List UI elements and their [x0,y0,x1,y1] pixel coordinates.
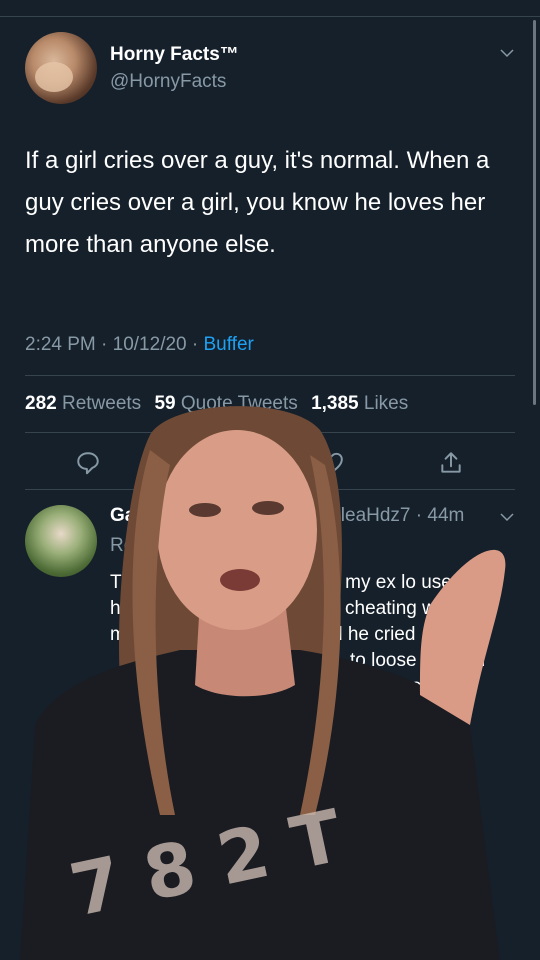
share-icon[interactable] [438,450,464,476]
tweet-text: If a girl cries over a guy, it's normal.… [25,147,490,258]
reply-avatar[interactable] [25,505,97,577]
divider [25,375,515,376]
retweets-label: Retweets [61,393,142,414]
quotes-label: Quote Tweets [180,393,298,414]
reply-text-line: he [110,598,132,619]
divider [25,432,515,433]
author-handle[interactable]: @HornyFacts [110,71,226,93]
likes-stat[interactable]: 1,385 Likes [311,393,408,414]
reply-text-line: Th [110,572,133,593]
likes-count: 1,385 [311,393,359,414]
chevron-down-icon[interactable] [498,44,516,62]
reply-icon[interactable] [75,450,101,476]
retweets-stat[interactable]: 282 Retweets [25,393,141,414]
replying-to-handle[interactable]: cts [318,535,342,557]
likes-label: Likes [363,393,409,414]
tweet-timestamp: 2:24 PM · 10/12/20 · [25,334,204,355]
author-avatar[interactable] [25,32,97,104]
quotes-stat[interactable]: 59 Quote Tweets [154,393,297,414]
top-divider [0,16,540,17]
tweet-meta: 2:24 PM · 10/12/20 · Buffer [25,334,254,356]
svg-text:7 8 2 T: 7 8 2 T [63,793,349,932]
reply-text-line: or my ex lo use [323,572,452,593]
reply-text-line: cheating w for [345,598,464,619]
reply-text-line: to loose me and [350,650,486,671]
tweet-stats: 282 Retweets 59 Quote Tweets 1,385 Likes [25,393,408,415]
divider [25,489,515,490]
replying-to-label: Re [110,535,135,556]
quotes-count: 59 [154,393,176,414]
reply-text-line: d he cried [332,624,416,645]
reply-text-line: m [110,624,126,645]
retweets-count: 282 [25,393,57,414]
author-display-name[interactable]: Horny Facts™ [110,44,239,66]
scrollbar[interactable] [533,20,536,405]
reply-author-name[interactable]: Ga [110,505,135,527]
reply-text-line: every man [365,702,454,723]
chevron-down-icon[interactable] [498,508,516,526]
like-icon[interactable] [318,450,344,476]
tweet-source-link[interactable]: Buffer [204,334,254,355]
reply-handle-time[interactable]: GalileaHdz7 · 44m [307,505,464,527]
reply-text-line: ne has not done [338,676,475,697]
